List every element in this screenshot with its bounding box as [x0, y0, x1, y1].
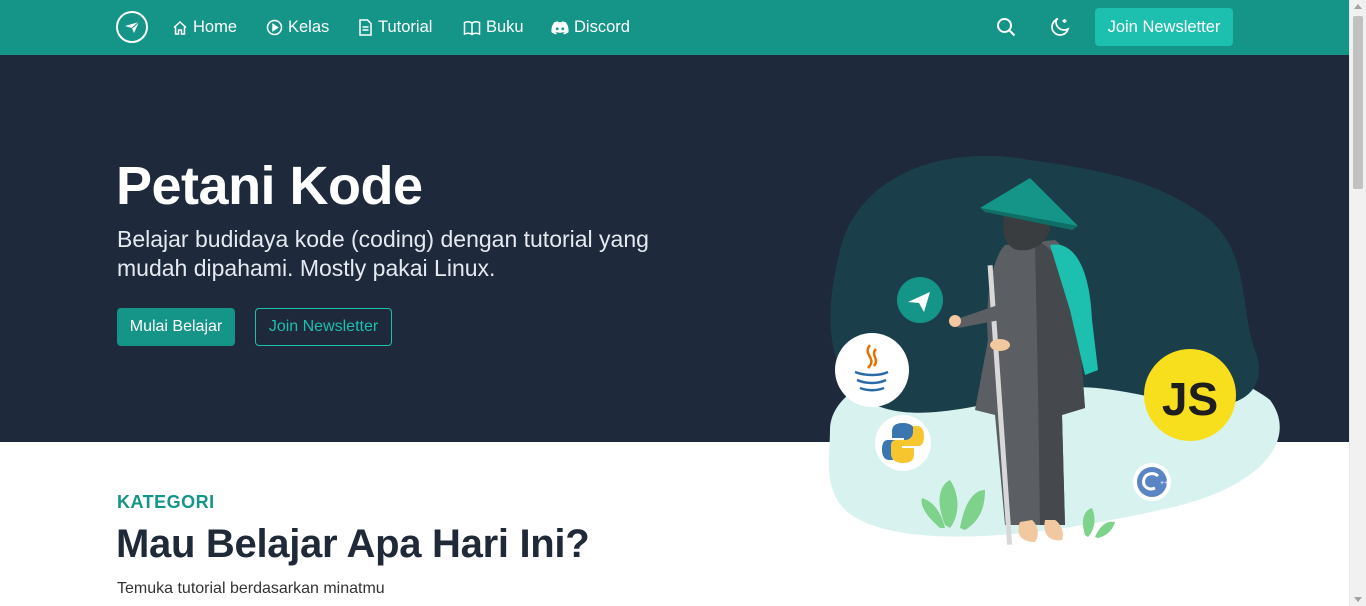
hero-illustration: JS ++ — [828, 155, 1280, 545]
nav-discord-label: Discord — [574, 18, 630, 36]
cpp-badge: ++ — [1133, 463, 1171, 501]
start-learning-button[interactable]: Mulai Belajar — [117, 308, 235, 346]
top-navbar: Home Kelas Tutorial Buku Discord Join Ne… — [0, 0, 1349, 55]
svg-text:++: ++ — [1160, 480, 1168, 487]
nav-buku-label: Buku — [486, 18, 524, 36]
java-badge — [835, 333, 909, 407]
hero-subtitle: Belajar budidaya kode (coding) dengan tu… — [117, 226, 649, 281]
nav-buku[interactable]: Buku — [463, 0, 524, 55]
category-label: KATEGORI — [117, 492, 215, 512]
site-logo[interactable] — [116, 11, 148, 43]
page-scrollbar[interactable] — [1349, 0, 1366, 606]
logo-icon — [125, 21, 140, 33]
moon-icon — [1051, 18, 1070, 36]
js-badge-label: JS — [1162, 373, 1218, 425]
petanikode-badge — [897, 277, 943, 323]
nav-tutorial-label: Tutorial — [378, 18, 433, 36]
scroll-down-arrow-icon[interactable] — [1354, 597, 1362, 602]
nav-discord[interactable]: Discord — [551, 0, 630, 55]
nav-kelas[interactable]: Kelas — [266, 0, 329, 55]
search-icon — [997, 18, 1016, 37]
nav-kelas-label: Kelas — [288, 18, 330, 36]
category-title: Mau Belajar Apa Hari Ini? — [116, 522, 590, 566]
scroll-up-arrow-icon[interactable] — [1354, 4, 1362, 9]
scroll-thumb[interactable] — [1353, 16, 1363, 189]
nav-home[interactable]: Home — [172, 0, 237, 55]
nav-tutorial[interactable]: Tutorial — [358, 0, 432, 55]
home-icon — [173, 20, 187, 35]
javascript-badge: JS — [1144, 349, 1236, 441]
play-circle-icon — [266, 19, 283, 36]
discord-icon — [551, 20, 569, 34]
nav-join-newsletter-button[interactable]: Join Newsletter — [1095, 8, 1233, 46]
category-subtitle: Temuka tutorial berdasarkan minatmu — [117, 580, 385, 597]
document-icon — [359, 19, 372, 36]
theme-toggle-button[interactable] — [1047, 14, 1073, 40]
book-icon — [463, 20, 481, 35]
nav-home-label: Home — [193, 18, 238, 36]
hero-join-newsletter-button[interactable]: Join Newsletter — [255, 308, 392, 346]
hero-title: Petani Kode — [116, 156, 423, 216]
search-button[interactable] — [993, 14, 1019, 40]
python-badge — [875, 415, 931, 471]
